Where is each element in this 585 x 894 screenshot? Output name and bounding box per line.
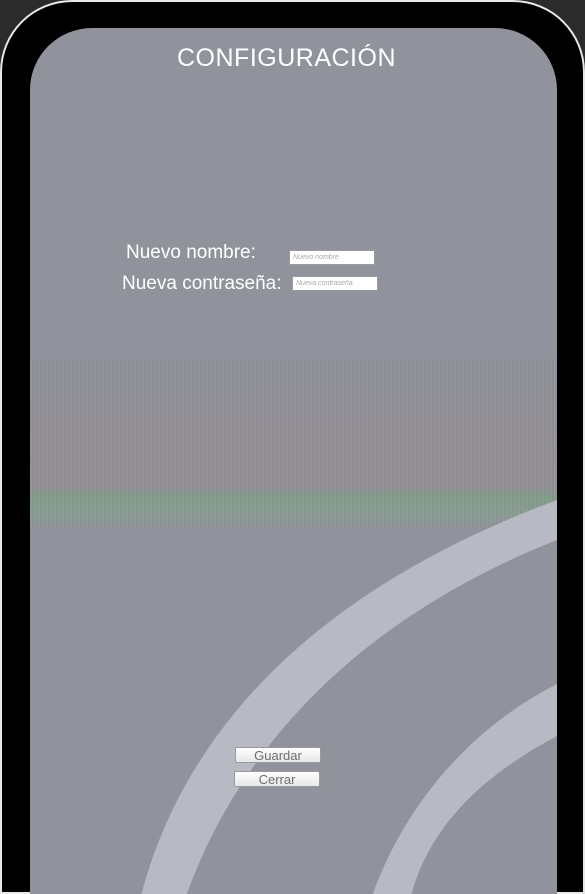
close-button[interactable]: Cerrar xyxy=(234,771,320,787)
swoosh-large xyxy=(141,500,557,894)
save-button[interactable]: Guardar xyxy=(235,747,321,763)
swoosh-small xyxy=(372,684,557,894)
new-name-input[interactable] xyxy=(289,250,375,265)
new-name-label: Nuevo nombre: xyxy=(126,242,256,263)
screen-background xyxy=(30,28,557,894)
swoosh-decoration xyxy=(141,500,557,894)
page-title: CONFIGURACIÓN xyxy=(177,44,396,72)
new-password-input[interactable] xyxy=(292,276,378,291)
new-password-label: Nueva contraseña: xyxy=(122,273,282,294)
device-frame: CONFIGURACIÓN Nuevo nombre: Nueva contra… xyxy=(0,0,585,894)
